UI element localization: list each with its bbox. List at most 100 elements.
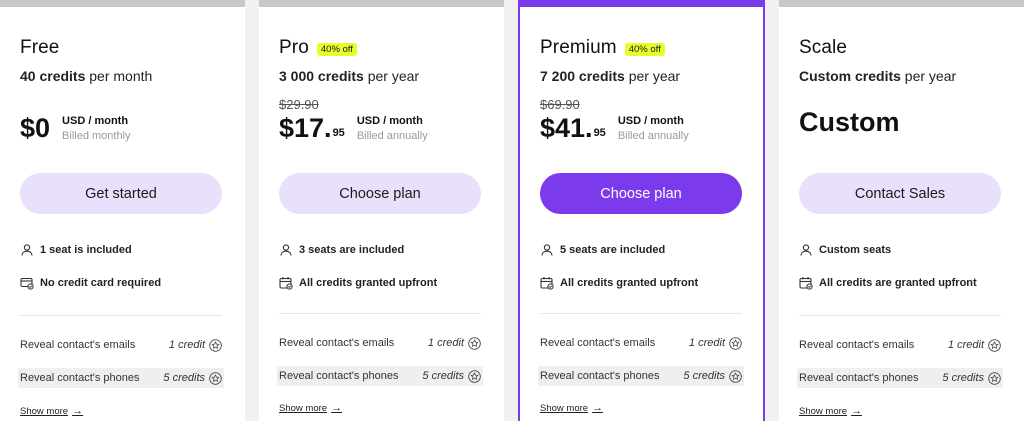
choose-plan-button[interactable]: Choose plan <box>279 173 481 214</box>
calendar-check-icon <box>799 276 813 290</box>
feature-label: Custom seats <box>819 244 892 256</box>
price-unit: USD / month <box>62 115 129 127</box>
action-row-emails: Reveal contact's emails 1 credit <box>538 333 744 353</box>
action-label: Reveal contact's phones <box>279 370 399 382</box>
feature-no-card: No credit card required <box>20 276 161 290</box>
feature-upfront: All credits granted upfront <box>540 276 698 290</box>
billing-frequency: Billed annually <box>617 130 689 142</box>
arrow-right-icon: → <box>592 402 604 414</box>
credits-period: per month <box>85 68 153 84</box>
action-cost: 5 credits <box>422 369 481 383</box>
action-cost: 5 credits <box>942 371 1001 385</box>
credits-period: per year <box>363 68 420 84</box>
action-cost: 5 credits <box>683 369 742 383</box>
credits-amount: 3 000 credits <box>279 68 364 84</box>
show-more-link[interactable]: Show more → <box>279 402 342 414</box>
feature-label: 5 seats are included <box>560 244 666 256</box>
price-row: $17. 95 USD / month Billed annually <box>279 112 428 144</box>
feature-label: 1 seat is included <box>40 244 132 256</box>
show-more-label: Show more <box>540 402 589 414</box>
price-cents: 95 <box>593 127 606 139</box>
plan-credits: Custom credits per year <box>799 68 956 84</box>
action-cost-value: 1 credit <box>947 339 984 351</box>
star-badge-icon <box>729 369 742 383</box>
star-badge-icon <box>209 371 222 385</box>
original-price: $29.90 <box>279 97 319 112</box>
billing-frequency: Billed monthly <box>62 130 131 142</box>
feature-seats: 1 seat is included <box>20 243 132 257</box>
arrow-right-icon: → <box>72 405 84 417</box>
action-cost: 1 credit <box>947 338 1001 352</box>
feature-label: 3 seats are included <box>299 244 405 256</box>
user-icon <box>799 243 813 257</box>
price-amount: $0 <box>20 113 51 143</box>
show-more-label: Show more <box>20 405 69 417</box>
price-meta: USD / month Billed annually <box>618 114 689 144</box>
action-label: Reveal contact's emails <box>20 339 136 351</box>
price-row: $0 USD / month Billed monthly <box>20 112 131 144</box>
feature-upfront: All credits granted upfront <box>279 276 437 290</box>
plan-header: Free <box>20 37 59 59</box>
action-label: Reveal contact's emails <box>540 337 656 349</box>
divider <box>20 315 222 316</box>
user-icon <box>540 243 554 257</box>
feature-seats: 3 seats are included <box>279 243 404 257</box>
action-cost-value: 5 credits <box>683 370 725 382</box>
action-row-emails: Reveal contact's emails 1 credit <box>277 333 483 353</box>
action-row-phones: Reveal contact's phones 5 credits <box>797 368 1003 388</box>
show-more-link[interactable]: Show more → <box>799 405 862 417</box>
feature-seats: 5 seats are included <box>540 243 665 257</box>
credits-amount: 40 credits <box>20 68 86 84</box>
plan-header: Pro 40% off <box>279 37 357 59</box>
divider <box>279 313 481 314</box>
plan-credits: 7 200 credits per year <box>540 68 680 84</box>
price-amount: Custom <box>799 107 900 137</box>
action-row-phones: Reveal contact's phones 5 credits <box>18 368 224 388</box>
divider <box>799 315 1001 316</box>
price-meta: USD / month Billed monthly <box>62 114 130 144</box>
get-started-button[interactable]: Get started <box>20 173 222 214</box>
contact-sales-button[interactable]: Contact Sales <box>799 173 1001 214</box>
price-cents: 95 <box>332 127 345 139</box>
price-meta: USD / month Billed annually <box>357 114 428 144</box>
plan-header: Premium 40% off <box>540 37 665 59</box>
show-more-link[interactable]: Show more → <box>540 402 603 414</box>
calendar-check-icon <box>279 276 293 290</box>
star-badge-icon <box>209 338 222 352</box>
star-badge-icon <box>729 336 742 350</box>
discount-badge: 40% off <box>624 42 665 56</box>
feature-upfront: All credits are granted upfront <box>799 276 977 290</box>
action-cost-value: 5 credits <box>163 372 205 384</box>
plan-card-free: Free 40 credits per month $0 USD / month… <box>0 0 245 421</box>
billing-frequency: Billed annually <box>356 130 428 142</box>
action-cost-value: 1 credit <box>427 337 464 349</box>
action-row-emails: Reveal contact's emails 1 credit <box>18 335 224 355</box>
choose-plan-button[interactable]: Choose plan <box>540 173 742 214</box>
arrow-right-icon: → <box>331 402 343 414</box>
action-label: Reveal contact's emails <box>799 339 915 351</box>
plan-header: Scale <box>799 37 847 59</box>
discount-badge: 40% off <box>316 42 357 56</box>
action-row-emails: Reveal contact's emails 1 credit <box>797 335 1003 355</box>
feature-seats: Custom seats <box>799 243 891 257</box>
arrow-right-icon: → <box>851 405 863 417</box>
plan-card-pro: Pro 40% off 3 000 credits per year $29.9… <box>259 0 504 421</box>
action-row-phones: Reveal contact's phones 5 credits <box>277 366 483 386</box>
action-label: Reveal contact's emails <box>279 337 395 349</box>
feature-label: All credits granted upfront <box>299 277 438 289</box>
price-unit: USD / month <box>617 115 684 127</box>
plan-name: Premium <box>540 37 617 58</box>
action-cost-value: 5 credits <box>422 370 464 382</box>
price-amount: $17. <box>279 113 332 143</box>
feature-label: No credit card required <box>40 277 162 289</box>
action-cost: 1 credit <box>427 336 481 350</box>
action-cost: 1 credit <box>169 338 222 352</box>
action-cost-value: 1 credit <box>688 337 725 349</box>
star-badge-icon <box>468 369 481 383</box>
show-more-link[interactable]: Show more → <box>20 405 83 417</box>
price-row: $41. 95 USD / month Billed annually <box>540 112 689 144</box>
price-amount: $41. <box>540 113 593 143</box>
plan-name: Free <box>20 37 60 58</box>
credits-amount: 7 200 credits <box>540 68 625 84</box>
calendar-check-icon <box>540 276 554 290</box>
